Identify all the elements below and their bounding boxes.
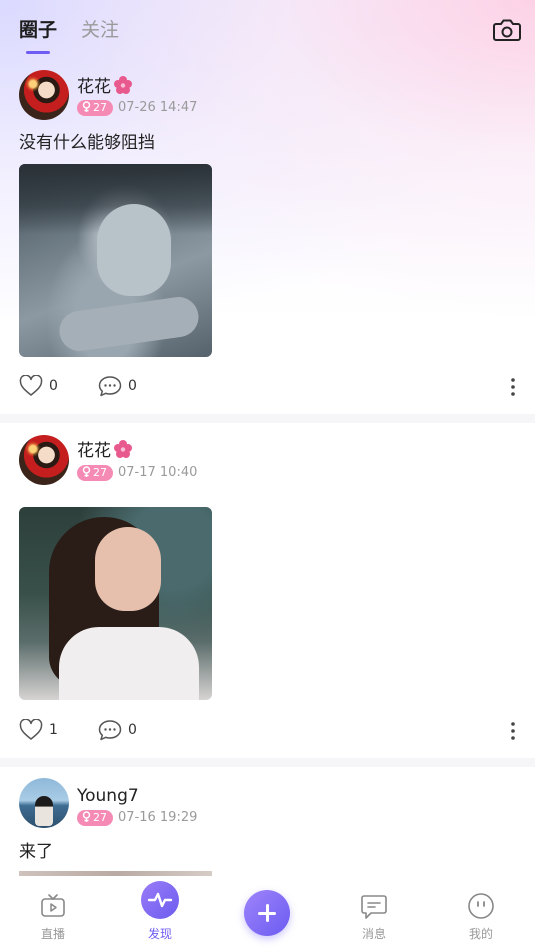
pulse-icon bbox=[141, 881, 179, 919]
post-divider bbox=[0, 758, 535, 767]
post-username[interactable]: 花花 bbox=[77, 75, 133, 97]
like-button[interactable]: 1 bbox=[19, 719, 58, 741]
heart-icon bbox=[19, 375, 43, 396]
post-username[interactable]: 花花 bbox=[77, 439, 133, 461]
tabbar-label: 直播 bbox=[40, 927, 65, 941]
venus-icon bbox=[82, 101, 91, 112]
tabbar-item-me[interactable]: 我的 bbox=[451, 876, 511, 951]
post-divider bbox=[0, 414, 535, 423]
venus-icon bbox=[82, 466, 91, 477]
like-count: 0 bbox=[49, 378, 58, 394]
more-options-icon[interactable] bbox=[506, 721, 520, 741]
comment-button[interactable]: 0 bbox=[98, 375, 137, 397]
username-text: 花花 bbox=[77, 441, 111, 461]
post-text: 来了 bbox=[19, 842, 53, 862]
tabbar-label: 消息 bbox=[361, 927, 386, 941]
comment-icon bbox=[98, 720, 122, 741]
like-button[interactable]: 0 bbox=[19, 375, 58, 397]
avatar[interactable] bbox=[19, 70, 69, 120]
post-time: 07-16 19:29 bbox=[118, 810, 198, 825]
tabbar-label: 我的 bbox=[468, 927, 493, 941]
post-card[interactable]: 花花 27 07-26 14:47 没有什么能够阻挡 0 0 bbox=[0, 62, 535, 414]
tabbar-item-messages[interactable]: 消息 bbox=[344, 876, 404, 951]
post-card[interactable]: Young7 27 07-16 19:29 来了 bbox=[0, 767, 535, 877]
level-badge: 27 bbox=[77, 465, 113, 481]
active-tab-indicator bbox=[26, 51, 50, 54]
cherry-blossom-icon bbox=[114, 76, 132, 94]
add-post-button[interactable] bbox=[244, 890, 290, 936]
tab-circle[interactable]: 圈子 bbox=[19, 18, 57, 42]
venus-icon bbox=[82, 811, 91, 822]
comment-count: 0 bbox=[128, 722, 137, 738]
level-value: 27 bbox=[93, 101, 107, 114]
post-time: 07-26 14:47 bbox=[118, 100, 198, 115]
level-value: 27 bbox=[93, 811, 107, 824]
tab-following[interactable]: 关注 bbox=[81, 18, 119, 42]
level-badge: 27 bbox=[77, 100, 113, 116]
avatar[interactable] bbox=[19, 778, 69, 828]
avatar[interactable] bbox=[19, 435, 69, 485]
tabbar-item-live[interactable]: 直播 bbox=[23, 876, 83, 951]
level-badge: 27 bbox=[77, 810, 113, 826]
post-username[interactable]: Young7 bbox=[77, 786, 139, 806]
camera-icon[interactable] bbox=[492, 16, 522, 44]
tabbar-label: 发现 bbox=[147, 927, 172, 941]
more-options-icon[interactable] bbox=[506, 377, 520, 397]
top-header: 圈子 关注 bbox=[0, 0, 535, 62]
face-icon bbox=[468, 893, 494, 919]
post-card[interactable]: 花花 27 07-17 10:40 1 0 bbox=[0, 423, 535, 758]
comment-count: 0 bbox=[128, 378, 137, 394]
like-count: 1 bbox=[49, 722, 58, 738]
comment-icon bbox=[98, 376, 122, 397]
message-icon bbox=[361, 895, 387, 919]
post-time: 07-17 10:40 bbox=[118, 465, 198, 480]
username-text: 花花 bbox=[77, 77, 111, 97]
level-value: 27 bbox=[93, 466, 107, 479]
post-image[interactable] bbox=[19, 164, 212, 357]
post-feed: 花花 27 07-26 14:47 没有什么能够阻挡 0 0 花花 27 07-… bbox=[0, 62, 535, 877]
cherry-blossom-icon bbox=[114, 440, 132, 458]
tv-icon bbox=[41, 894, 65, 917]
post-image[interactable] bbox=[19, 507, 212, 700]
post-text: 没有什么能够阻挡 bbox=[19, 133, 155, 153]
comment-button[interactable]: 0 bbox=[98, 719, 137, 741]
heart-icon bbox=[19, 719, 43, 740]
tabbar-item-discover[interactable]: 发现 bbox=[130, 876, 190, 951]
